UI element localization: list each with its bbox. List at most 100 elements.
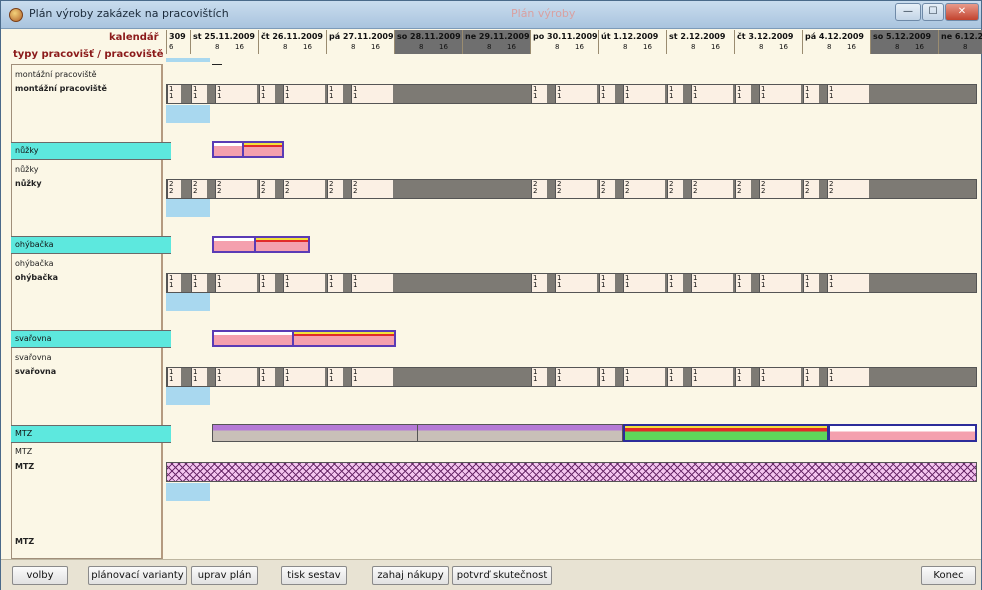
capacity-cell[interactable]: 11	[259, 274, 275, 292]
mtz-hatched-strip[interactable]	[166, 462, 977, 482]
capacity-cell[interactable]: 11	[759, 274, 801, 292]
tisk-sestav-button[interactable]: tisk sestav	[281, 566, 347, 585]
uprav-plan-button[interactable]: uprav plán	[191, 566, 258, 585]
capacity-cell[interactable]: 22	[759, 180, 801, 198]
capacity-cell[interactable]: 11	[667, 85, 683, 103]
potvrd-skutecnost-button[interactable]: potvrď skutečnost	[452, 566, 552, 585]
capacity-cell[interactable]: 11	[167, 368, 181, 386]
capacity-cell[interactable]: 11	[531, 274, 547, 292]
capacity-cell[interactable]: 11	[555, 368, 597, 386]
capacity-cell[interactable]: 11	[803, 368, 819, 386]
capacity-cell[interactable]: 11	[803, 85, 819, 103]
capacity-cell[interactable]: 22	[555, 180, 597, 198]
capacity-cell[interactable]: 11	[555, 85, 597, 103]
task-bar-nuzky[interactable]	[212, 141, 284, 158]
capacity-cell[interactable]: 22	[803, 180, 819, 198]
capacity-cell[interactable]: 11	[623, 274, 665, 292]
capacity-cell[interactable]: 11	[555, 274, 597, 292]
capacity-cell[interactable]: 11	[599, 85, 615, 103]
capacity-cell[interactable]: 22	[827, 180, 869, 198]
capacity-cell[interactable]: 22	[667, 180, 683, 198]
capacity-cell[interactable]: 11	[623, 368, 665, 386]
capacity-cell[interactable]: 22	[215, 180, 257, 198]
capacity-cell[interactable]: 11	[283, 368, 325, 386]
capacity-cell[interactable]: 11	[191, 368, 207, 386]
close-button[interactable]: ✕	[945, 3, 979, 21]
workplace-label-nuzky[interactable]: nůžky	[15, 179, 42, 188]
capacity-cell[interactable]: 11	[623, 85, 665, 103]
capacity-cell[interactable]: 22	[283, 180, 325, 198]
capacity-cell[interactable]: 11	[283, 85, 325, 103]
workplace-label-mtz[interactable]: MTZ	[15, 462, 34, 471]
capacity-cell[interactable]: 11	[215, 85, 257, 103]
capacity-cell[interactable]: 22	[351, 180, 393, 198]
mtz-bar[interactable]	[212, 424, 418, 442]
capacity-cell[interactable]: 11	[803, 274, 819, 292]
workplace-label-montazni[interactable]: montážní pracoviště	[15, 84, 107, 93]
task-bar-svarovna[interactable]	[212, 330, 396, 347]
mtz-bar[interactable]	[623, 424, 829, 442]
capacity-cell[interactable]: 22	[599, 180, 615, 198]
capacity-cell[interactable]: 22	[191, 180, 207, 198]
capacity-cell[interactable]: 11	[351, 85, 393, 103]
capacity-cell[interactable]: 11	[351, 368, 393, 386]
capacity-cell[interactable]: 11	[827, 85, 869, 103]
capacity-cell[interactable]: 11	[735, 85, 751, 103]
capacity-cell[interactable]: 11	[259, 368, 275, 386]
capacity-cell[interactable]: 11	[215, 368, 257, 386]
maximize-button[interactable]: ☐	[922, 3, 944, 21]
workplace-label-ohybacka[interactable]: ohýbačka	[15, 273, 58, 282]
volby-button[interactable]: volby	[12, 566, 68, 585]
capacity-cell[interactable]: 11	[191, 274, 207, 292]
capacity-cell[interactable]: 11	[759, 85, 801, 103]
capacity-cell[interactable]: 22	[167, 180, 181, 198]
capacity-cell[interactable]: 11	[691, 368, 733, 386]
zahaj-nakupy-button[interactable]: zahaj nákupy	[372, 566, 449, 585]
capacity-cell[interactable]: 22	[691, 180, 733, 198]
capacity-cell[interactable]: 11	[327, 274, 343, 292]
capacity-cell[interactable]: 11	[283, 274, 325, 292]
type-header-ohybacka[interactable]: ohýbačka	[11, 236, 163, 254]
capacity-cell[interactable]: 11	[735, 274, 751, 292]
workplace-label-svarovna[interactable]: svařovna	[15, 367, 56, 376]
type-header-svarovna[interactable]: svařovna	[11, 330, 163, 348]
capacity-cell[interactable]: 11	[191, 85, 207, 103]
capacity-cell[interactable]: 11	[735, 368, 751, 386]
capacity-cell[interactable]: 11	[259, 85, 275, 103]
minimize-button[interactable]: —	[895, 3, 921, 21]
capacity-strip-ohybacka[interactable]: 11 11 11 11 11 11 11 11 11 11 11 11 11 11 11 11 11	[166, 273, 977, 293]
type-header-mtz[interactable]: MTZ	[11, 425, 163, 443]
capacity-cell[interactable]: 11	[599, 274, 615, 292]
workplace-label-mtz-2[interactable]: MTZ	[15, 537, 34, 546]
mtz-bar[interactable]	[828, 424, 977, 442]
capacity-strip-svarovna[interactable]: 11 11 11 11 11 11 11 11 11 11 11 11 11 11 11 11 11	[166, 367, 977, 387]
capacity-cell[interactable]: 11	[667, 274, 683, 292]
capacity-cell[interactable]: 11	[167, 85, 181, 103]
capacity-cell[interactable]: 11	[599, 368, 615, 386]
capacity-cell[interactable]: 11	[691, 85, 733, 103]
capacity-cell[interactable]: 11	[327, 85, 343, 103]
capacity-cell[interactable]: 11	[531, 85, 547, 103]
capacity-cell[interactable]: 22	[327, 180, 343, 198]
capacity-strip-montazni[interactable]: 11 11 11 11 11 11 11 11 11 11 11 11 11 11 11 11 11	[166, 84, 977, 104]
capacity-cell[interactable]: 22	[623, 180, 665, 198]
planovaci-varianty-button[interactable]: plánovací varianty	[88, 566, 187, 585]
task-bar-ohybacka[interactable]	[212, 236, 310, 253]
capacity-cell[interactable]: 11	[691, 274, 733, 292]
capacity-cell[interactable]: 22	[735, 180, 751, 198]
capacity-cell[interactable]: 11	[827, 368, 869, 386]
capacity-strip-nuzky[interactable]: 22 22 22 22 22 22 22 22 22 22 22 22 22 22 22 22 22	[166, 179, 977, 199]
capacity-cell[interactable]: 11	[327, 368, 343, 386]
capacity-cell[interactable]: 11	[827, 274, 869, 292]
mtz-bar[interactable]	[417, 424, 623, 442]
type-header-nuzky[interactable]: nůžky	[11, 142, 163, 160]
capacity-cell[interactable]: 11	[215, 274, 257, 292]
capacity-cell[interactable]: 11	[167, 274, 181, 292]
capacity-cell[interactable]: 11	[759, 368, 801, 386]
capacity-cell[interactable]: 11	[531, 368, 547, 386]
capacity-cell[interactable]: 11	[667, 368, 683, 386]
capacity-cell[interactable]: 22	[259, 180, 275, 198]
capacity-cell[interactable]: 22	[531, 180, 547, 198]
capacity-cell[interactable]: 11	[351, 274, 393, 292]
konec-button[interactable]: Konec	[921, 566, 976, 585]
